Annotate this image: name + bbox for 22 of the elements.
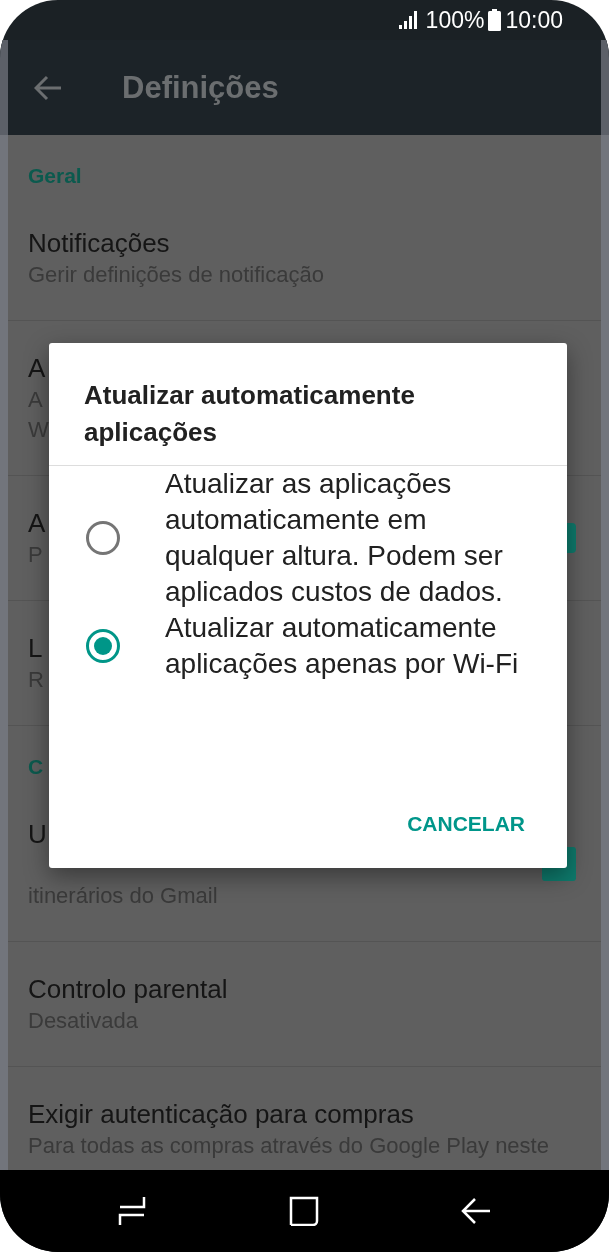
item-title: A <box>28 352 46 385</box>
battery-icon <box>488 9 502 31</box>
battery-percent: 100% <box>425 6 485 34</box>
option-label[interactable]: Atualizar as aplicações automaticamente em qualquer altura. Podem ser aplicados custos de dados. <box>165 466 525 610</box>
signal-icon <box>397 10 420 30</box>
cancel-button[interactable]: CANCELAR <box>393 804 539 844</box>
radio-button[interactable] <box>86 521 120 555</box>
item-title: Notificações <box>28 227 170 260</box>
item-title: U <box>28 818 47 851</box>
item-title: A <box>28 507 46 540</box>
item-title: Exigir autenticação para compras <box>28 1098 414 1131</box>
item-title: Controlo parental <box>28 973 228 1006</box>
dialog-title: Atualizar automaticamente aplicações <box>49 343 567 466</box>
option-label[interactable]: Atualizar automaticamente aplicações apenas por Wi-Fi <box>165 610 525 682</box>
item-title: L <box>28 632 43 665</box>
screen-title: Definições <box>122 69 279 106</box>
radio-button[interactable] <box>86 629 120 663</box>
clock: 10:00 <box>505 6 563 34</box>
recent-apps-icon[interactable] <box>118 1196 146 1226</box>
section-header: C <box>27 754 45 780</box>
section-header: Geral <box>27 163 83 189</box>
home-icon[interactable] <box>288 1196 319 1226</box>
